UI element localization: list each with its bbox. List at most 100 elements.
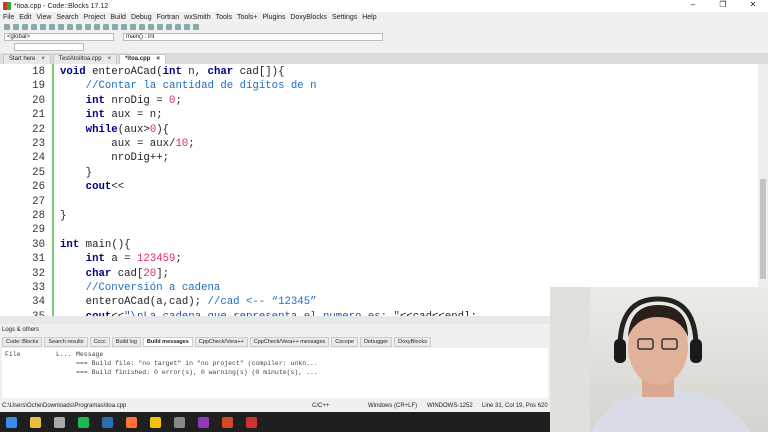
code-editor[interactable]: 18 void enteroACad(int n, char cad[]){19 … bbox=[0, 64, 758, 316]
toolbar-button-icon[interactable] bbox=[157, 24, 163, 30]
log-tab[interactable]: Build log bbox=[111, 337, 141, 347]
menu-fortran[interactable]: Fortran bbox=[157, 14, 180, 21]
code-line: 27 bbox=[0, 195, 758, 209]
log-tab[interactable]: Build messages bbox=[142, 337, 193, 347]
menu-plugins[interactable]: Plugins bbox=[262, 14, 285, 21]
menu-build[interactable]: Build bbox=[110, 14, 126, 21]
main-toolbar bbox=[0, 22, 768, 32]
tab-file[interactable]: Start here × bbox=[3, 54, 51, 64]
menu-wxsmith[interactable]: wxSmith bbox=[184, 14, 210, 21]
log-tab[interactable]: Cscope bbox=[331, 337, 358, 347]
code-line: 22 while(aux>0){ bbox=[0, 123, 758, 137]
line-number: 33 bbox=[32, 282, 45, 294]
toolbar-button-icon[interactable] bbox=[184, 24, 190, 30]
chrome-icon[interactable] bbox=[150, 416, 161, 428]
maximize-button[interactable]: ❐ bbox=[708, 0, 738, 9]
code-line: 26 cout<< bbox=[0, 180, 758, 194]
menu-search[interactable]: Search bbox=[56, 14, 78, 21]
obs-icon[interactable] bbox=[174, 416, 185, 428]
toolbar-button-icon[interactable] bbox=[112, 24, 118, 30]
code-text: aux = aux/10; bbox=[60, 138, 195, 150]
toolbar-button-icon[interactable] bbox=[103, 24, 109, 30]
toolbar-button-icon[interactable] bbox=[193, 24, 199, 30]
toolbar-button-icon[interactable] bbox=[139, 24, 145, 30]
log-tab[interactable]: DoxyBlocks bbox=[394, 337, 431, 347]
minimize-button[interactable]: – bbox=[678, 0, 708, 9]
code-line: 20 int nroDig = 0; bbox=[0, 94, 758, 108]
line-number: 20 bbox=[32, 94, 45, 107]
menu-edit[interactable]: Edit bbox=[19, 14, 31, 21]
code-line: 25 } bbox=[0, 166, 758, 180]
tab-file[interactable]: TestAtoiItoa.cpp × bbox=[52, 54, 118, 64]
line-number: 22 bbox=[32, 123, 45, 136]
code-text: int nroDig = 0; bbox=[85, 94, 182, 107]
line-number: 26 bbox=[32, 181, 45, 194]
toolbar-button-icon[interactable] bbox=[148, 24, 154, 30]
code-text: char cad[20]; bbox=[85, 267, 170, 280]
toolbar-button-icon[interactable] bbox=[58, 24, 64, 30]
logs-tabs: Code::Blocks Search results Cccc Build log B… bbox=[2, 337, 548, 347]
steam-icon[interactable] bbox=[102, 416, 113, 428]
firefox-icon[interactable] bbox=[126, 416, 137, 428]
status-eol: Windows (CR+LF) bbox=[368, 403, 418, 409]
toolbar-button-icon[interactable] bbox=[85, 24, 91, 30]
scope-select[interactable]: <global> bbox=[4, 33, 114, 41]
tab-close-icon[interactable]: × bbox=[156, 56, 160, 62]
toolbar-button-icon[interactable] bbox=[22, 24, 28, 30]
toolbar-button-icon[interactable] bbox=[13, 24, 19, 30]
line-number: 21 bbox=[32, 109, 45, 122]
codeblocks-icon[interactable] bbox=[246, 416, 257, 428]
log-tab[interactable]: Debugger bbox=[359, 337, 393, 347]
menu-settings[interactable]: Settings bbox=[332, 14, 357, 21]
horizontal-scrollbar[interactable] bbox=[0, 316, 550, 324]
toolbar-button-icon[interactable] bbox=[166, 24, 172, 30]
file-explorer-icon[interactable] bbox=[30, 416, 41, 428]
toolbar-button-icon[interactable] bbox=[130, 24, 136, 30]
toolbar-button-icon[interactable] bbox=[49, 24, 55, 30]
log-tab[interactable]: CppCheck/Vera++ bbox=[194, 337, 248, 347]
vertical-scrollbar[interactable] bbox=[758, 64, 768, 316]
code-text: enteroACad(a,cad); //cad <-- “12345” bbox=[60, 296, 317, 309]
logs-panel-title: Logs & others bbox=[2, 327, 40, 333]
search-input[interactable] bbox=[14, 43, 84, 51]
menu-file[interactable]: File bbox=[3, 14, 14, 21]
toolbar-button-icon[interactable] bbox=[76, 24, 82, 30]
toolbar-button-icon[interactable] bbox=[94, 24, 100, 30]
window-title: *itoa.cpp - Code::Blocks 17.12 bbox=[14, 2, 109, 10]
toolbar-button-icon[interactable] bbox=[31, 24, 37, 30]
menu-doxyblocks[interactable]: DoxyBlocks bbox=[290, 14, 327, 21]
menu-tools[interactable]: Tools bbox=[216, 14, 232, 21]
close-button[interactable]: ✕ bbox=[738, 0, 768, 9]
log-tab[interactable]: CppCheck/Vera++ messages bbox=[249, 337, 330, 347]
code-text: //Conversión a cadena bbox=[85, 282, 221, 294]
log-message: === Build file: "no target" in "no proje… bbox=[76, 360, 318, 367]
powerpoint-icon[interactable] bbox=[222, 416, 233, 428]
toolbar-button-icon[interactable] bbox=[67, 24, 73, 30]
menu-project[interactable]: Project bbox=[84, 14, 106, 21]
presenter-video bbox=[550, 287, 750, 432]
code-text: void enteroACad(int n, char cad[]){ bbox=[60, 66, 285, 78]
code-line: 24 nroDig++; bbox=[0, 151, 758, 165]
log-tab[interactable]: Search results bbox=[44, 337, 88, 347]
toolbar-button-icon[interactable] bbox=[175, 24, 181, 30]
toolbar-button-icon[interactable] bbox=[121, 24, 127, 30]
toolbar-button-icon[interactable] bbox=[4, 24, 10, 30]
spotify-icon[interactable] bbox=[78, 416, 89, 428]
tab-close-icon[interactable]: × bbox=[41, 56, 45, 62]
onenote-icon[interactable] bbox=[198, 416, 209, 428]
menu-view[interactable]: View bbox=[36, 14, 51, 21]
line-number: 32 bbox=[32, 267, 45, 280]
function-select[interactable]: main() : int bbox=[123, 33, 383, 41]
log-tab[interactable]: Code::Blocks bbox=[2, 337, 43, 347]
tab-file[interactable]: *itoa.cpp × bbox=[119, 54, 166, 64]
log-tab[interactable]: Cccc bbox=[89, 337, 110, 347]
menu-debug[interactable]: Debug bbox=[131, 14, 152, 21]
menu-tools[interactable]: Tools+ bbox=[237, 14, 257, 21]
code-line: 19 //Contar la cantidad de dígitos de n bbox=[0, 79, 758, 93]
code-text: while(aux>0){ bbox=[85, 123, 170, 136]
printer-icon[interactable] bbox=[54, 416, 65, 428]
tab-close-icon[interactable]: × bbox=[108, 56, 112, 62]
windows-start-icon[interactable] bbox=[6, 416, 17, 428]
toolbar-button-icon[interactable] bbox=[40, 24, 46, 30]
menu-help[interactable]: Help bbox=[362, 14, 376, 21]
